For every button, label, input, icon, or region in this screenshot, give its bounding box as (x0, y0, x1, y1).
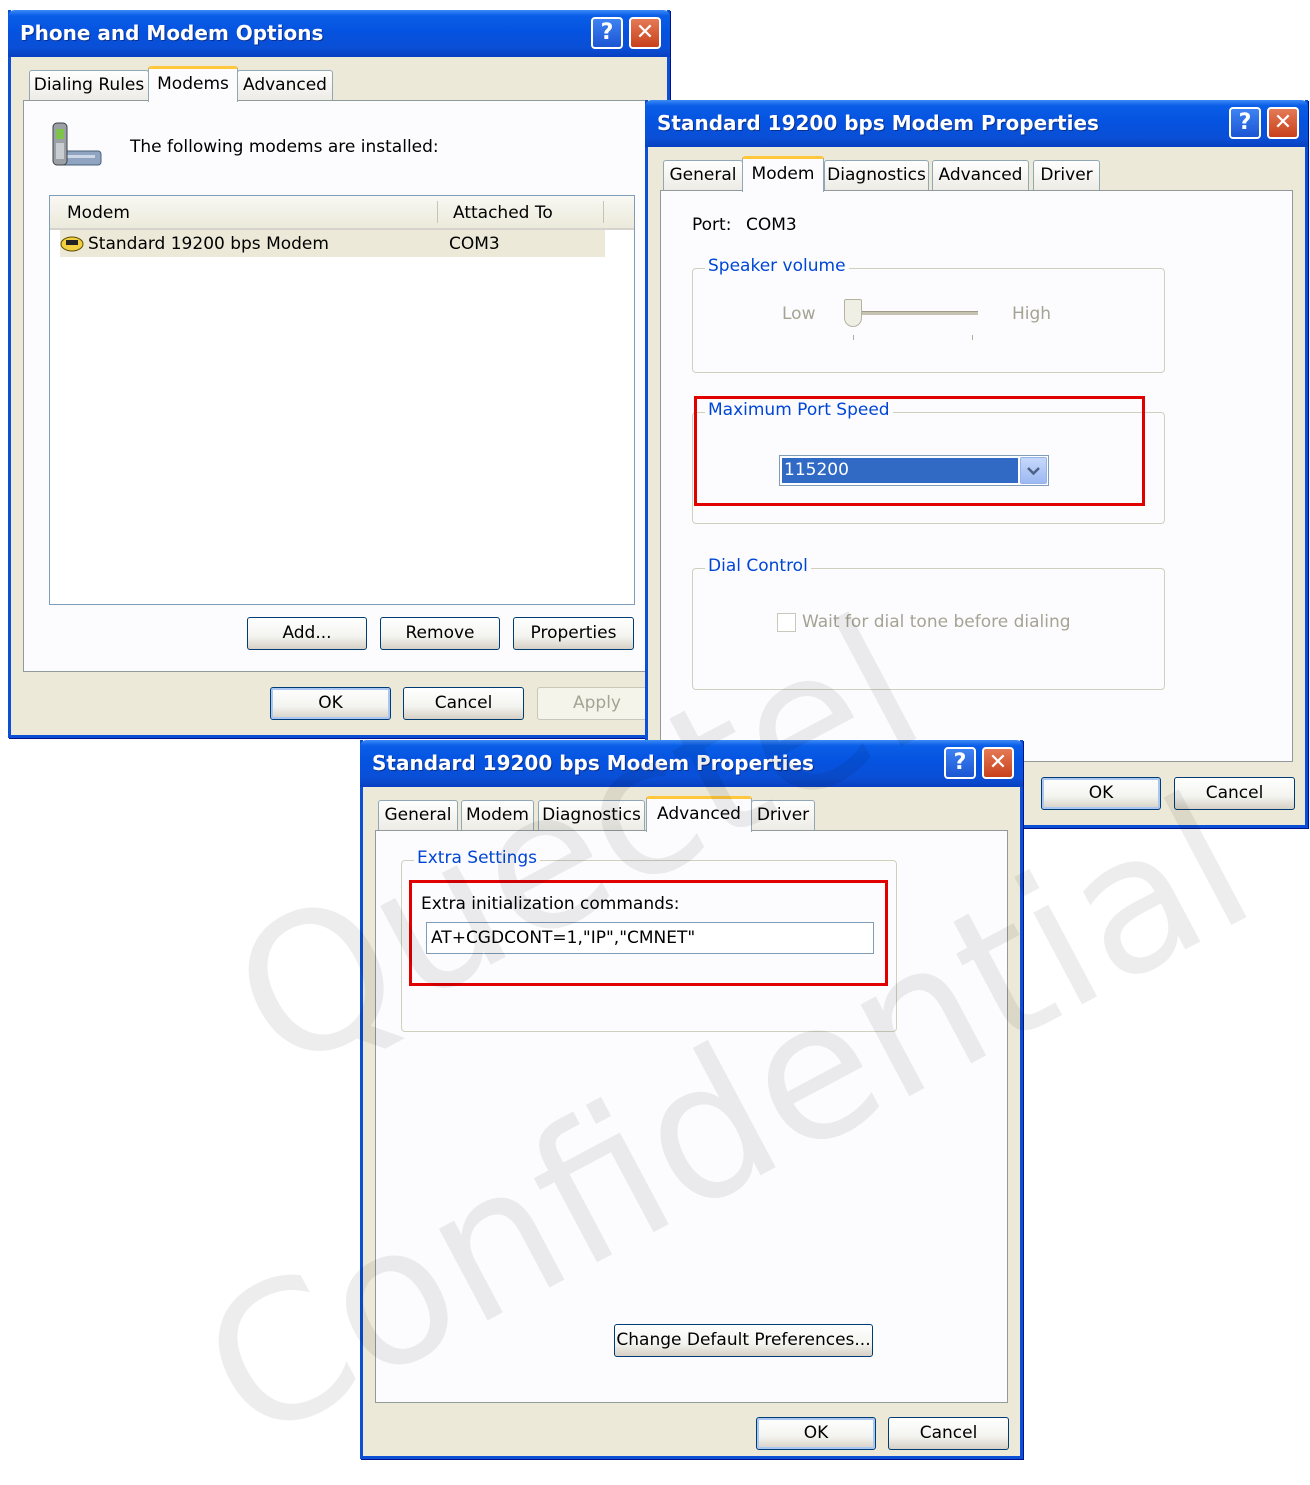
port-label: Port: (692, 215, 732, 235)
cancel-button[interactable]: Cancel (403, 687, 524, 720)
close-button[interactable]: ✕ (1267, 107, 1299, 139)
modem-properties-advanced-window: Standard 19200 bps Modem Properties ? ✕ … (360, 740, 1023, 1459)
cancel-button[interactable]: Cancel (888, 1417, 1009, 1450)
modem-list[interactable]: Modem Attached To Standard 19200 bps Mod… (49, 195, 635, 605)
group-label: Speaker volume (705, 256, 849, 276)
volume-slider-track[interactable] (848, 311, 978, 315)
group-label: Extra Settings (414, 848, 541, 868)
volume-high-label: High (1012, 304, 1052, 324)
properties-button[interactable]: Properties (513, 617, 634, 650)
tab-advanced[interactable]: Advanced (932, 160, 1029, 191)
close-button[interactable]: ✕ (629, 17, 661, 49)
modems-panel: The following modems are installed: Mode… (23, 100, 655, 672)
highlight-extra-init-commands (409, 880, 888, 986)
tab-diagnostics[interactable]: Diagnostics (538, 800, 645, 831)
port-value: COM3 (746, 215, 797, 235)
slider-tick (853, 335, 854, 340)
speaker-volume-group: Speaker volume Low High (692, 256, 1165, 373)
attached-port: COM3 (449, 234, 500, 254)
tab-modem[interactable]: Modem (461, 800, 534, 831)
tab-modems[interactable]: Modems (148, 66, 238, 102)
ok-button[interactable]: OK (756, 1417, 876, 1450)
wait-dial-tone-label: Wait for dial tone before dialing (802, 612, 1071, 632)
modem-icon (60, 234, 84, 252)
title-bar[interactable]: Standard 19200 bps Modem Properties ? ✕ (360, 740, 1023, 787)
window-title: Standard 19200 bps Modem Properties (372, 751, 814, 775)
dial-control-group: Dial Control Wait for dial tone before d… (692, 556, 1165, 690)
column-header-attached-to[interactable]: Attached To (453, 203, 553, 223)
tab-general[interactable]: General (663, 160, 743, 191)
tab-general[interactable]: General (378, 800, 458, 831)
window-title: Standard 19200 bps Modem Properties (657, 111, 1099, 135)
change-default-preferences-button[interactable]: Change Default Preferences... (614, 1324, 873, 1357)
volume-slider-thumb[interactable] (844, 299, 862, 327)
tab-modem[interactable]: Modem (742, 156, 824, 192)
tab-advanced[interactable]: Advanced (237, 70, 333, 101)
tab-driver[interactable]: Driver (1033, 160, 1100, 191)
group-label: Dial Control (705, 556, 811, 576)
tab-dialing-rules[interactable]: Dialing Rules (29, 70, 149, 101)
slider-tick (972, 335, 973, 340)
title-bar[interactable]: Phone and Modem Options ? ✕ (8, 10, 670, 57)
window-title: Phone and Modem Options (20, 21, 324, 45)
list-header: Modem Attached To (50, 196, 634, 230)
tab-driver[interactable]: Driver (751, 800, 815, 831)
modem-name: Standard 19200 bps Modem (88, 234, 329, 254)
ok-button[interactable]: OK (1041, 777, 1161, 810)
tab-diagnostics[interactable]: Diagnostics (824, 160, 929, 191)
add-button[interactable]: Add... (247, 617, 367, 650)
cancel-button[interactable]: Cancel (1174, 777, 1295, 810)
wait-dial-tone-checkbox[interactable] (777, 613, 796, 632)
phone-modem-options-window: Phone and Modem Options ? ✕ Dialing Rule… (8, 10, 670, 738)
remove-button[interactable]: Remove (380, 617, 500, 650)
help-button[interactable]: ? (1229, 107, 1261, 139)
column-divider[interactable] (603, 201, 604, 223)
highlight-max-port-speed (694, 396, 1145, 506)
table-row[interactable]: Standard 19200 bps Modem COM3 (60, 230, 605, 257)
tab-advanced[interactable]: Advanced (646, 796, 752, 832)
phone-modem-icon (49, 121, 104, 171)
column-divider[interactable] (437, 201, 438, 223)
column-header-modem[interactable]: Modem (67, 203, 130, 223)
help-button[interactable]: ? (591, 17, 623, 49)
ok-button[interactable]: OK (270, 687, 391, 720)
help-button[interactable]: ? (944, 747, 976, 779)
apply-button[interactable]: Apply (537, 687, 657, 720)
title-bar[interactable]: Standard 19200 bps Modem Properties ? ✕ (645, 100, 1308, 147)
intro-text: The following modems are installed: (130, 137, 439, 157)
volume-low-label: Low (782, 304, 816, 324)
close-button[interactable]: ✕ (982, 747, 1014, 779)
